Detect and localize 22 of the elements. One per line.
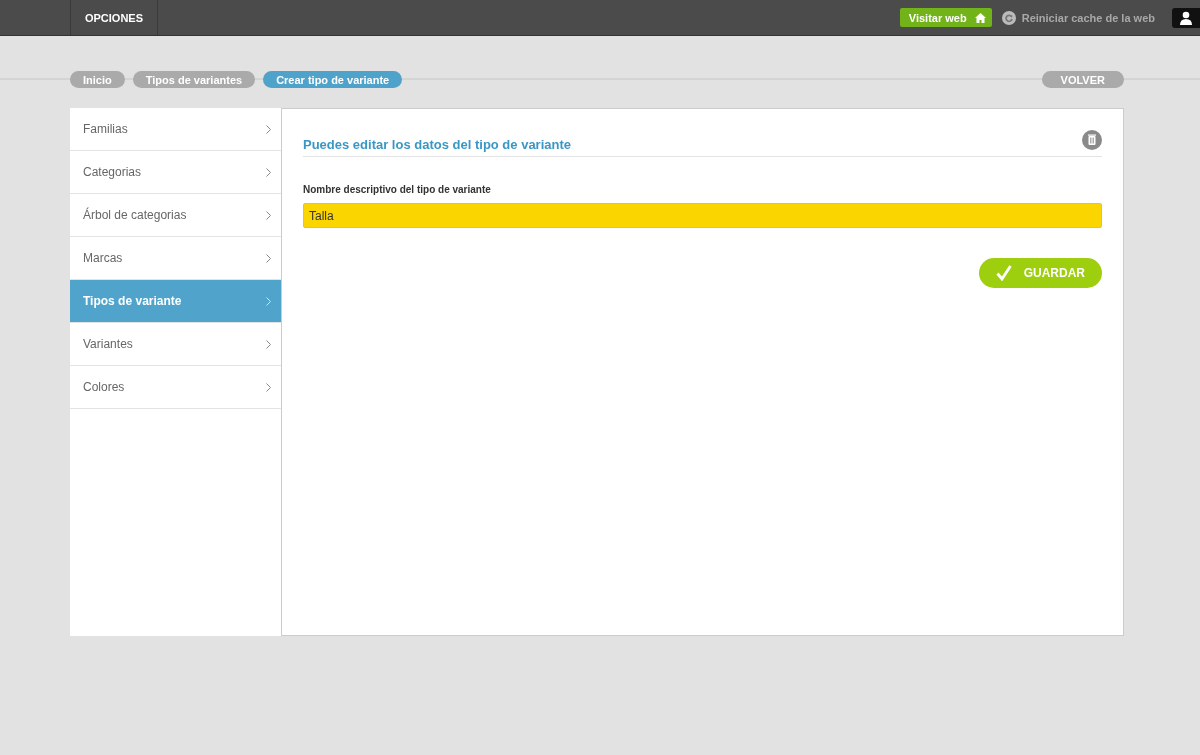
chevron-right-icon (266, 339, 271, 349)
trash-icon[interactable] (1082, 129, 1102, 150)
chevron-right-icon (266, 124, 271, 134)
sidebar-item[interactable]: Árbol de categorias (70, 194, 281, 237)
sidebar-item[interactable]: Familias (70, 108, 281, 151)
sidebar-item[interactable]: Colores (70, 366, 281, 409)
refresh-icon (1001, 10, 1016, 25)
reset-cache-link[interactable]: Reiniciar cache de la web (1001, 10, 1155, 25)
sidebar-item[interactable]: Categorias (70, 151, 281, 194)
chevron-right-icon (266, 296, 271, 306)
chevron-right-icon (266, 167, 271, 177)
chevron-right-icon (266, 253, 271, 263)
checkmark-icon (995, 265, 1012, 281)
field-label: Nombre descriptivo del tipo de variante (303, 184, 492, 195)
chevron-right-icon (266, 210, 271, 220)
form-title: Puedes editar los datos del tipo de variante (303, 137, 572, 152)
user-account-icon[interactable] (1172, 7, 1200, 28)
variant-name-field[interactable]: Talla (303, 203, 1102, 228)
sidebar-item[interactable]: Variantes (70, 323, 281, 366)
chevron-right-icon (266, 382, 271, 392)
options-menu[interactable]: OPCIONES (70, 0, 158, 35)
home-icon (974, 12, 986, 23)
